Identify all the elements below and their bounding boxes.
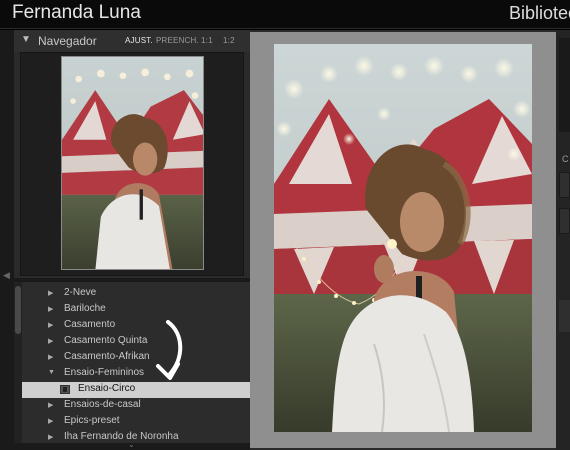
navigator-preview[interactable] xyxy=(20,52,244,276)
folder-label: Casamento xyxy=(64,319,116,330)
loupe-canvas[interactable] xyxy=(250,32,556,448)
thumbnail-photo xyxy=(62,57,203,269)
main-photo[interactable] xyxy=(274,44,532,432)
collection-label: Ensaio-Circo xyxy=(78,383,136,394)
divider xyxy=(0,28,570,29)
expand-triangle-icon[interactable]: ▶ xyxy=(48,321,53,329)
folder-item[interactable]: ▼ Ensaio-Femininos xyxy=(22,366,250,382)
folder-label: Bariloche xyxy=(64,303,106,314)
right-panel-label: C xyxy=(562,154,569,164)
expand-triangle-icon[interactable]: ▶ xyxy=(48,337,53,345)
folder-item[interactable]: ▶ Bariloche xyxy=(22,302,250,318)
folder-label: Iha Fernando de Noronha xyxy=(64,431,179,442)
expand-triangle-icon[interactable]: ▶ xyxy=(48,401,53,409)
navigator-title: Navegador xyxy=(38,34,97,48)
folder-item[interactable]: ▶ Casamento Quinta xyxy=(22,334,250,350)
folders-scrollbar[interactable] xyxy=(14,282,22,450)
zoom-fit-option[interactable]: AJUST. xyxy=(125,36,153,45)
expand-triangle-icon[interactable]: ▶ xyxy=(48,305,53,313)
right-panel-control[interactable] xyxy=(559,208,570,234)
folder-item[interactable]: ▶ Epics-preset xyxy=(22,414,250,430)
folder-label: Casamento Quinta xyxy=(64,335,148,346)
chevron-down-icon[interactable]: ⌄ xyxy=(128,440,135,449)
folder-item[interactable]: ▶ 2-Neve xyxy=(22,286,250,302)
expand-triangle-icon[interactable]: ▶ xyxy=(48,433,53,441)
navigator-thumbnail[interactable] xyxy=(61,56,204,270)
panel-bottom-edge: ⌄ xyxy=(14,440,250,450)
identity-bar: Fernanda Luna Biblioteca xyxy=(0,0,570,28)
right-panel-control[interactable] xyxy=(559,300,570,332)
right-panel: C xyxy=(556,30,570,450)
panel-collapse-arrow-icon[interactable]: ◀ xyxy=(3,270,10,281)
folder-item[interactable]: ▶ Ensaios-de-casal xyxy=(22,398,250,414)
histogram-panel xyxy=(559,38,570,132)
left-panel: ▼ Navegador AJUST. PREENCH. 1:1 1:2 ▶ 2-… xyxy=(14,30,250,450)
folder-label: Ensaios-de-casal xyxy=(64,399,141,410)
module-library-link[interactable]: Biblioteca xyxy=(509,3,570,24)
folders-panel: ▶ 2-Neve ▶ Bariloche ▶ Casamento ▶ Casam… xyxy=(14,282,250,450)
left-panel-edge[interactable]: ◀ xyxy=(0,30,14,450)
zoom-fill-option[interactable]: PREENCH. xyxy=(156,36,199,45)
navigator-header[interactable]: ▼ Navegador AJUST. PREENCH. 1:1 1:2 xyxy=(14,30,250,52)
zoom-1-1-option[interactable]: 1:1 xyxy=(201,36,213,45)
expand-triangle-icon[interactable]: ▶ xyxy=(48,289,53,297)
zoom-1-2-option[interactable]: 1:2 xyxy=(223,36,235,45)
identity-plate: Fernanda Luna xyxy=(12,2,141,23)
right-panel-control[interactable] xyxy=(559,172,570,198)
folder-label: 2-Neve xyxy=(64,287,97,298)
expand-triangle-icon[interactable]: ▶ xyxy=(48,417,53,425)
folder-label: Casamento-Afrikan xyxy=(64,351,150,362)
collapse-triangle-icon[interactable]: ▼ xyxy=(21,34,31,45)
folder-label: Ensaio-Femininos xyxy=(64,367,145,378)
expand-triangle-icon[interactable]: ▶ xyxy=(48,353,53,361)
photo-image xyxy=(274,44,532,432)
curved-arrow-icon xyxy=(156,320,183,380)
folder-item[interactable]: ▶ Casamento-Afrikan xyxy=(22,350,250,366)
collapse-triangle-icon[interactable]: ▼ xyxy=(48,369,55,376)
loupe-view xyxy=(250,30,556,450)
scrollbar-thumb[interactable] xyxy=(15,286,21,334)
collection-icon xyxy=(60,385,70,394)
folder-item[interactable]: ▶ Casamento xyxy=(22,318,250,334)
folder-label: Epics-preset xyxy=(64,415,120,426)
collection-item-selected[interactable]: Ensaio-Circo xyxy=(22,382,250,398)
